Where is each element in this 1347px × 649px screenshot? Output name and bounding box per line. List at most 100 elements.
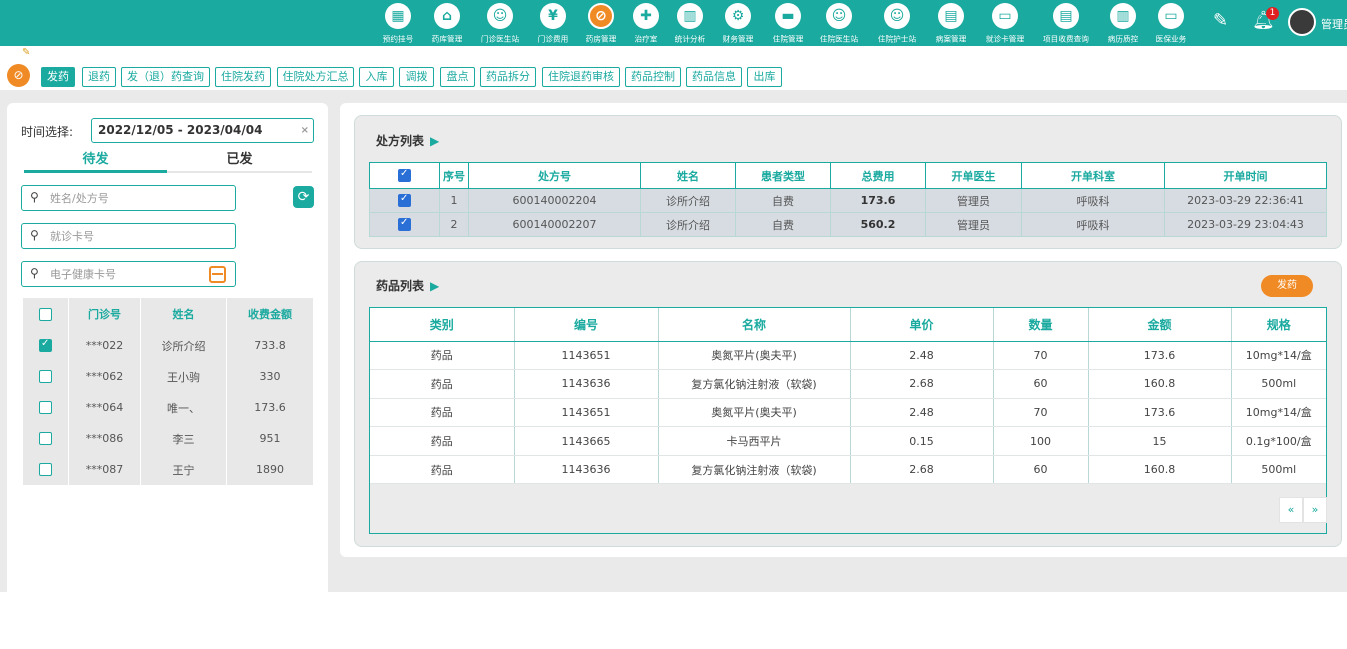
tab-button[interactable]: 出库 <box>747 67 782 87</box>
nav-item[interactable]: ☺ 住院医生站 <box>810 3 868 45</box>
tab-button[interactable]: 药品信息 <box>686 67 742 87</box>
nav-item[interactable]: ▤ 项目收费查询 <box>1037 3 1095 45</box>
nav-item-label: 统计分析 <box>674 35 706 45</box>
card-search-input[interactable] <box>50 227 220 245</box>
drug-table-container: 类别 编号 名称 单价 数量 金额 规格 药品 1143651 奥氮平片(奥夫平) 2… <box>369 307 1327 534</box>
tab-active-indicator <box>24 170 167 173</box>
drug-row[interactable]: 药品 1143636 复方氯化钠注射液（软袋) 2.68 60 160.8 500ml <box>370 455 1326 485</box>
drug-row[interactable]: 药品 1143651 奥氮平片(奥夫平) 2.48 70 173.6 10mg*14/盒 <box>370 398 1326 428</box>
select-all-cell <box>22 298 69 330</box>
bed-icon: ▬ <box>775 3 801 29</box>
drug-row[interactable]: 药品 1143665 卡马西平片 0.15 100 15 0.1g*100/盒 <box>370 426 1326 456</box>
tab-button[interactable]: 住院处方汇总 <box>277 67 354 87</box>
col-header: 金额 <box>1087 308 1231 342</box>
tab-button[interactable]: 住院退药审核 <box>542 67 620 87</box>
patient-checkbox[interactable] <box>39 370 52 384</box>
patient-amount: 173.6 <box>226 392 313 423</box>
drug-amount: 160.8 <box>1087 455 1231 485</box>
nav-item-label: 住院护士站 <box>877 35 917 45</box>
tab-done[interactable]: 已发 <box>167 148 312 167</box>
tab-button[interactable]: 药品拆分 <box>480 67 536 87</box>
pager-next-button[interactable]: » <box>1303 497 1327 523</box>
date-range-input[interactable]: 2022/12/05 - 2023/04/04 × <box>91 118 314 143</box>
nav-item[interactable]: ▬ 住院管理 <box>759 3 817 45</box>
chart-icon: ▥ <box>677 3 703 29</box>
rx-select-all-checkbox[interactable] <box>398 168 411 183</box>
tab-button[interactable]: 发药 <box>41 67 75 87</box>
prescription-checkbox[interactable] <box>398 217 411 232</box>
tab-button[interactable]: 盘点 <box>440 67 475 87</box>
card-icon: ▭ <box>992 3 1018 29</box>
drug-code: 1143665 <box>513 426 658 456</box>
drug-row[interactable]: 药品 1143651 奥氮平片(奥夫平) 2.48 70 173.6 10mg*14/盒 <box>370 341 1326 371</box>
name-search-input[interactable] <box>50 189 220 207</box>
patient-row[interactable]: ***086 李三 951 <box>22 423 313 454</box>
avatar[interactable] <box>1288 8 1316 36</box>
clear-icon[interactable]: × <box>301 119 309 142</box>
col-header: 名称 <box>657 308 850 342</box>
drug-card: 药品列表 ▶ 发药 类别 编号 名称 单价 数量 金额 规格 药品 1143651 奥… <box>354 261 1342 547</box>
pharmacy-home-icon[interactable]: ⊘ <box>7 64 30 87</box>
nav-item[interactable]: ⌂ 药库管理 <box>418 3 476 45</box>
nav-item[interactable]: ☺ 门诊医生站 <box>471 3 529 45</box>
patient-row[interactable]: ***087 王宁 1890 <box>22 454 313 485</box>
drug-row[interactable]: 药品 1143636 复方氯化钠注射液（软袋) 2.68 60 160.8 500ml <box>370 369 1326 399</box>
prescription-type: 自费 <box>735 212 831 237</box>
prescription-type: 自费 <box>735 188 831 213</box>
nav-item[interactable]: ▤ 病案管理 <box>922 3 980 45</box>
tab-button[interactable]: 发（退）药查询 <box>121 67 210 87</box>
tab-button[interactable]: 住院发药 <box>215 67 271 87</box>
drug-unit-price: 2.48 <box>849 341 993 371</box>
nav-item-label: 住院管理 <box>772 35 804 45</box>
nav-item-label: 财务管理 <box>722 35 754 45</box>
edit-icon[interactable]: ✎ <box>1213 10 1228 31</box>
patient-checkbox[interactable] <box>39 338 52 353</box>
nav-item[interactable]: ▭ 就诊卡管理 <box>976 3 1034 45</box>
drug-unit-price: 2.48 <box>849 398 993 428</box>
pager-prev-button[interactable]: « <box>1279 497 1303 523</box>
scan-icon[interactable] <box>209 266 226 283</box>
patient-no: ***064 <box>68 392 141 423</box>
nav-item[interactable]: ▭ 医保业务 <box>1142 3 1200 45</box>
col-header: 数量 <box>992 308 1088 342</box>
tab-button[interactable]: 药品控制 <box>625 67 681 87</box>
card-search-box[interactable]: ⚲ <box>21 223 236 249</box>
name-search-box[interactable]: ⚲ <box>21 185 236 211</box>
tab-button[interactable]: 退药 <box>82 67 116 87</box>
search-icon: ⚲ <box>30 190 39 204</box>
drug-spec: 10mg*14/盒 <box>1230 398 1326 428</box>
prescription-checkbox[interactable] <box>398 193 411 208</box>
prescription-dept: 呼吸科 <box>1021 188 1165 213</box>
drug-amount: 160.8 <box>1087 369 1231 399</box>
refresh-button[interactable]: ⟳ <box>293 186 314 208</box>
patient-row[interactable]: ***064 唯一、 173.6 <box>22 392 313 423</box>
patient-name: 王小驹 <box>140 361 227 392</box>
patient-row[interactable]: ***062 王小驹 330 <box>22 361 313 392</box>
rx-select-cell <box>369 188 440 213</box>
prescription-row[interactable]: 1600140002204诊所介绍自费173.6管理员呼吸科2023-03-29… <box>369 188 1327 213</box>
dispense-button[interactable]: 发药 <box>1261 275 1313 297</box>
health-card-search-input[interactable] <box>50 265 220 283</box>
drug-spec: 500ml <box>1230 455 1326 485</box>
patient-row[interactable]: ***022诊所介绍733.8 <box>22 330 313 361</box>
drug-category: 药品 <box>370 426 514 456</box>
patient-checkbox[interactable] <box>39 401 52 415</box>
patient-checkbox[interactable] <box>39 463 52 477</box>
prescription-seq: 1 <box>439 188 469 213</box>
select-all-checkbox[interactable] <box>39 307 52 321</box>
tab-pending[interactable]: 待发 <box>24 148 167 167</box>
search-icon: ⚲ <box>30 228 39 242</box>
prescription-row[interactable]: 2600140002207诊所介绍自费560.2管理员呼吸科2023-03-29… <box>369 212 1327 237</box>
user-name[interactable]: 管理员 <box>1321 16 1347 32</box>
tab-button[interactable]: 调拨 <box>399 67 434 87</box>
drug-category: 药品 <box>370 341 514 371</box>
patient-checkbox[interactable] <box>39 432 52 446</box>
patient-name: 唯一、 <box>140 392 227 423</box>
patient-amount: 951 <box>226 423 313 454</box>
nav-item[interactable]: ☺ 住院护士站 <box>868 3 926 45</box>
prescription-rx-no: 600140002204 <box>468 188 641 213</box>
health-card-search-box[interactable]: ⚲ <box>21 261 236 287</box>
col-header: 收费金额 <box>226 298 313 330</box>
drug-category: 药品 <box>370 398 514 428</box>
tab-button[interactable]: 入库 <box>359 67 394 87</box>
